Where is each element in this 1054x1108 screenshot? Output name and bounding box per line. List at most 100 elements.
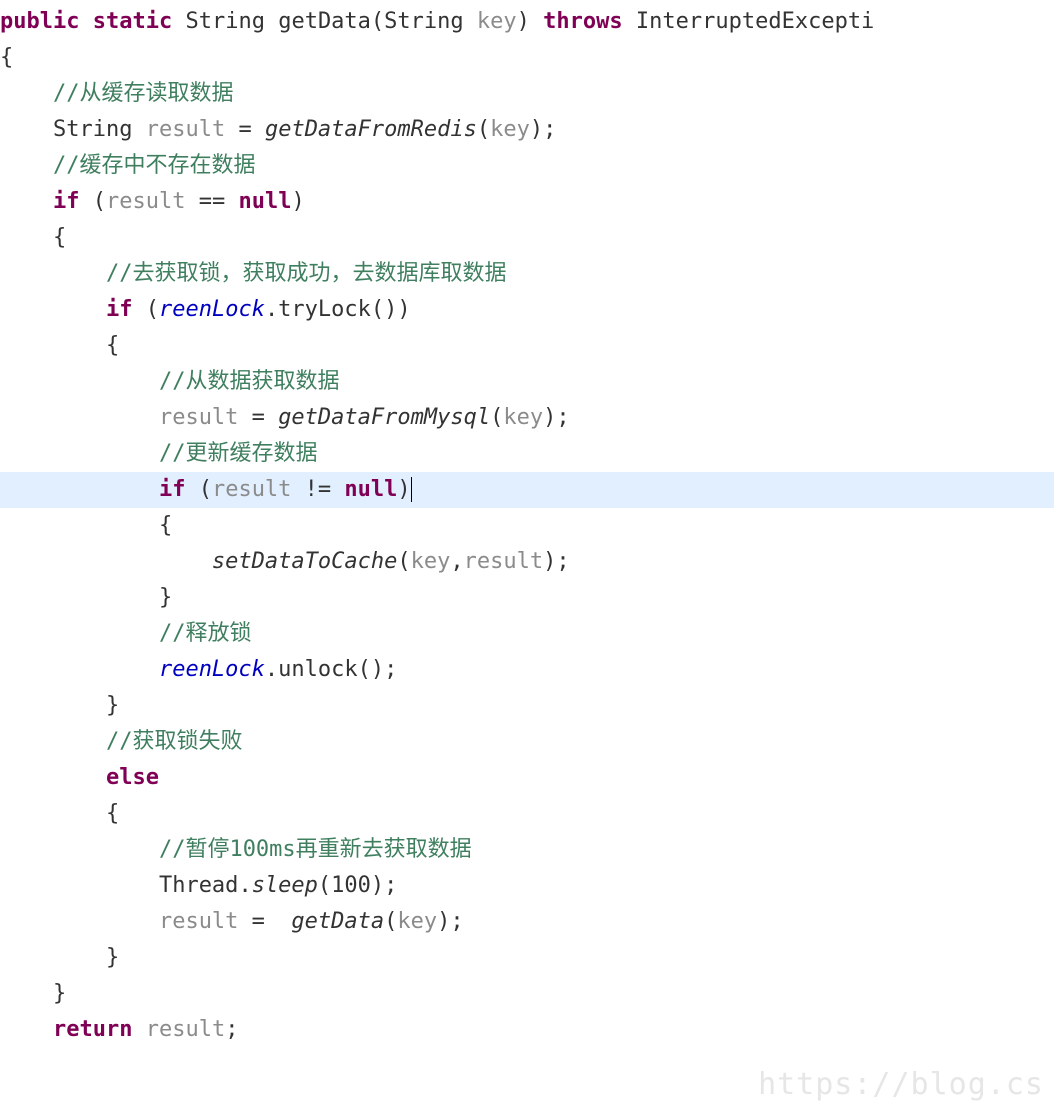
code-token: if: [53, 189, 80, 214]
code-token: [79, 9, 92, 34]
code-token: (: [477, 117, 490, 142]
code-line: //从缓存读取数据: [0, 81, 233, 106]
code-token: result: [146, 117, 225, 142]
code-token: [411, 477, 412, 502]
code-token: {: [159, 513, 172, 538]
code-token: }: [106, 693, 119, 718]
code-token: else: [106, 765, 159, 790]
code-token: !=: [291, 477, 344, 502]
code-token: ): [517, 9, 544, 34]
code-token: (: [79, 189, 106, 214]
code-block: public static String getData(String key)…: [0, 0, 1054, 1048]
code-line: }: [0, 693, 119, 718]
code-line: if (result != null): [0, 472, 1054, 508]
code-token: );: [543, 549, 570, 574]
code-token: =: [225, 117, 265, 142]
code-token: result: [159, 909, 238, 934]
code-token: String: [384, 9, 463, 34]
code-token: //释放锁: [159, 621, 252, 646]
code-line: {: [0, 45, 13, 70]
code-token: result: [106, 189, 185, 214]
code-token: }: [53, 981, 66, 1006]
code-token: getDataFromRedis: [265, 117, 477, 142]
code-token: );: [371, 873, 398, 898]
code-token: (: [397, 549, 410, 574]
code-token: getData: [278, 9, 371, 34]
code-token: }: [106, 945, 119, 970]
code-token: {: [53, 225, 66, 250]
code-token: (: [371, 9, 384, 34]
code-token: }: [159, 585, 172, 610]
code-token: public: [0, 9, 79, 34]
code-token: sleep: [252, 873, 318, 898]
code-token: key: [503, 405, 543, 430]
code-token: null: [238, 189, 291, 214]
code-token: ==: [185, 189, 238, 214]
code-line: if (reenLock.tryLock()): [0, 297, 411, 322]
code-token: setDataToCache: [212, 549, 397, 574]
code-token: getDataFromMysql: [278, 405, 490, 430]
code-line: if (result == null): [0, 189, 305, 214]
code-token: [172, 9, 185, 34]
code-token: [265, 9, 278, 34]
code-token: return: [53, 1017, 132, 1042]
code-token: 100: [331, 873, 371, 898]
code-line: //更新缓存数据: [0, 441, 317, 466]
code-token: key: [490, 117, 530, 142]
code-token: .tryLock()): [265, 297, 411, 322]
code-token: //更新缓存数据: [159, 441, 318, 466]
code-line: result = getData(key);: [0, 909, 464, 934]
code-token: if: [159, 477, 186, 502]
code-line: String result = getDataFromRedis(key);: [0, 117, 556, 142]
code-token: {: [106, 801, 119, 826]
code-token: ,: [450, 549, 463, 574]
code-line: //释放锁: [0, 621, 251, 646]
code-token: String: [53, 117, 132, 142]
code-token: getData: [291, 909, 384, 934]
code-token: //暂停100ms再重新去获取数据: [159, 837, 472, 862]
code-token: if: [106, 297, 133, 322]
code-token: {: [106, 333, 119, 358]
code-token: [132, 117, 145, 142]
code-token: =: [238, 909, 291, 934]
code-token: key: [411, 549, 451, 574]
code-line: {: [0, 333, 119, 358]
code-line: //缓存中不存在数据: [0, 153, 255, 178]
code-line: //暂停100ms再重新去获取数据: [0, 837, 472, 862]
code-token: result: [159, 405, 238, 430]
code-token: (: [132, 297, 159, 322]
code-line: //获取锁失败: [0, 729, 242, 754]
code-token: //获取锁失败: [106, 729, 243, 754]
code-token: ;: [225, 1017, 238, 1042]
code-token: .unlock();: [265, 657, 397, 682]
code-token: ): [291, 189, 304, 214]
watermark: https://blog.cs: [758, 1067, 1044, 1102]
code-token: null: [344, 477, 397, 502]
code-token: key: [477, 9, 517, 34]
code-token: reenLock: [159, 657, 265, 682]
code-token: String: [185, 9, 264, 34]
code-token: );: [543, 405, 570, 430]
code-token: [623, 9, 636, 34]
code-line: }: [0, 981, 66, 1006]
code-token: (: [185, 477, 212, 502]
code-token: result: [464, 549, 543, 574]
code-token: [132, 1017, 145, 1042]
code-line: {: [0, 225, 66, 250]
code-token: key: [397, 909, 437, 934]
code-token: InterruptedExcepti: [636, 9, 874, 34]
code-token: Thread: [159, 873, 238, 898]
code-token: //从缓存读取数据: [53, 81, 234, 106]
code-line: Thread.sleep(100);: [0, 873, 397, 898]
code-token: (: [384, 909, 397, 934]
code-token: (: [490, 405, 503, 430]
code-token: [464, 9, 477, 34]
code-line: }: [0, 585, 172, 610]
code-token: ): [397, 477, 410, 502]
code-line: {: [0, 513, 172, 538]
code-token: (: [318, 873, 331, 898]
code-token: static: [93, 9, 172, 34]
code-line: {: [0, 801, 119, 826]
code-line: public static String getData(String key)…: [0, 9, 874, 34]
code-token: =: [238, 405, 278, 430]
